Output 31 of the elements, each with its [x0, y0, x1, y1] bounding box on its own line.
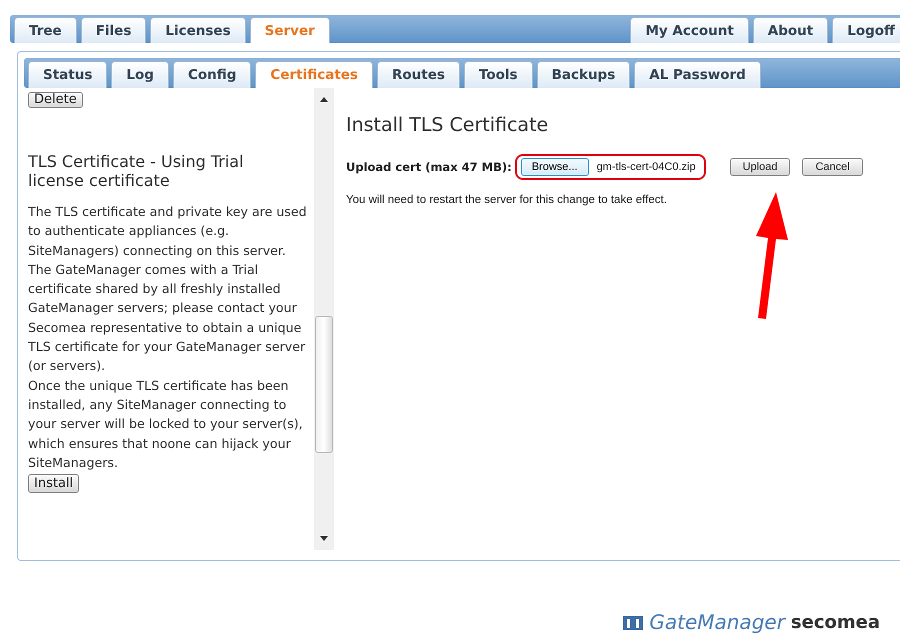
sub-tab[interactable]: Log: [111, 61, 169, 88]
scrollbar[interactable]: [314, 88, 334, 550]
sub-tab[interactable]: AL Password: [634, 61, 761, 88]
sub-tab[interactable]: Backups: [536, 61, 630, 88]
section-heading: TLS Certificate - Using Trial license certificate: [28, 152, 245, 190]
description-text: The TLS certificate and private key are used to authenticate appliances (e.g. SiteManagers) connecting on this server. The GateManager comes with a Trial certificate shared by all freshly installed GateManager servers; please contact your Secomea representative to obtain a unique TLS certificate for your GateManager server (or servers). Once the unique TLS certificate has been installed, any SiteManager connecting to your server will be locked to your server(s), which ensures that noone can hijack your SiteManagers.: [28, 203, 308, 472]
sub-tab[interactable]: Status: [28, 61, 108, 88]
restart-note: You will need to restart the server for this change to take effect.: [346, 194, 668, 206]
upload-label: Upload cert (max 47 MB):: [346, 160, 512, 174]
file-name: gm-tls-cert-04C0.zip: [596, 161, 696, 173]
brand-logo: secomea: [790, 612, 880, 632]
browse-button[interactable]: Browse...: [520, 158, 589, 176]
page-title: Install TLS Certificate: [346, 114, 550, 136]
scroll-up-icon[interactable]: [320, 96, 328, 102]
sub-tab[interactable]: Routes: [376, 61, 460, 88]
product-logo: GateManager: [649, 610, 785, 634]
gate-logo-icon: [623, 614, 644, 630]
main-tab[interactable]: Licenses: [150, 17, 246, 43]
main-tab[interactable]: Tree: [14, 17, 77, 43]
main-tab[interactable]: Logoff: [832, 17, 900, 43]
cancel-button[interactable]: Cancel: [802, 158, 863, 176]
install-button[interactable]: Install: [28, 474, 80, 494]
scroll-down-icon[interactable]: [320, 536, 328, 542]
scroll-thumb[interactable]: [315, 316, 333, 452]
sub-tab[interactable]: Config: [172, 61, 252, 88]
sub-tab[interactable]: Tools: [464, 61, 533, 88]
upload-button[interactable]: Upload: [730, 158, 790, 176]
main-tab[interactable]: Files: [80, 17, 146, 43]
main-tab[interactable]: My Account: [630, 17, 749, 43]
main-tab[interactable]: About: [752, 17, 828, 43]
delete-button[interactable]: Delete: [28, 92, 83, 108]
